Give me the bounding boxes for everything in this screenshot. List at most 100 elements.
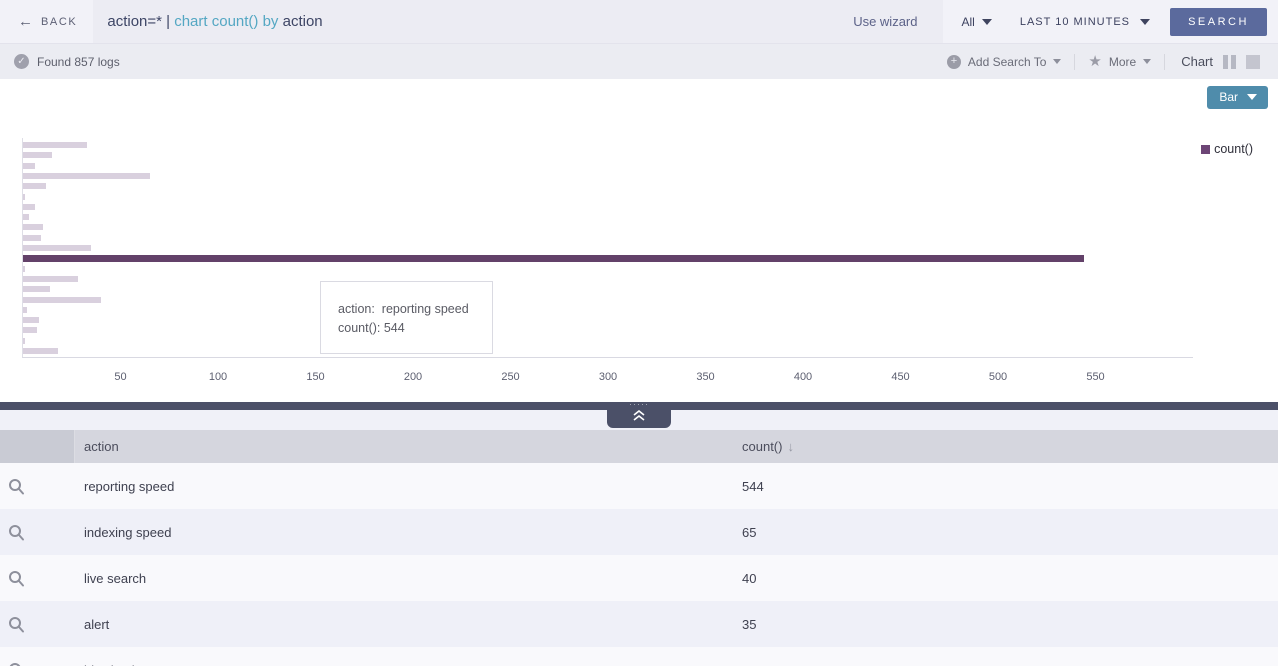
chart-bar[interactable]: [23, 266, 25, 272]
time-range-value: LAST 10 MINUTES: [1020, 16, 1130, 28]
table-row[interactable]: reporting speed 544: [0, 463, 1278, 509]
panel-splitter[interactable]: [0, 402, 1278, 410]
chart-bar[interactable]: [23, 286, 50, 292]
x-axis-tick-label: 400: [794, 371, 812, 383]
table-row[interactable]: alert 35: [0, 601, 1278, 647]
plus-circle-icon: [947, 55, 961, 69]
chart-bar[interactable]: [23, 307, 27, 313]
chart-bar[interactable]: [23, 338, 25, 344]
x-axis-tick-label: 100: [209, 371, 227, 383]
column-chart-view-icon[interactable]: [1223, 55, 1236, 69]
chart-bar[interactable]: [23, 194, 25, 200]
search-icon: [8, 662, 25, 666]
search-query-field[interactable]: action=* | chart count() by action Use w…: [93, 0, 943, 43]
table-row[interactable]: indexing speed 65: [0, 509, 1278, 555]
back-label: BACK: [41, 16, 77, 28]
column-header-count[interactable]: count(): [742, 439, 1278, 454]
query-segment-plain: action=* |: [107, 13, 174, 30]
chart-bar[interactable]: [23, 255, 1084, 262]
table-body: reporting speed 544 indexing speed 65 li…: [0, 463, 1278, 666]
chevron-down-icon: [982, 19, 992, 25]
chart-type-dropdown[interactable]: Bar: [1207, 86, 1268, 109]
chart-bar[interactable]: [23, 173, 150, 179]
tooltip-count-label: count():: [338, 321, 384, 335]
action-cell: idx check: [75, 663, 742, 666]
chart-bar[interactable]: [23, 183, 46, 189]
chart-panel: Bar count() 5010015020025030035040045050…: [0, 79, 1278, 402]
x-axis-tick-label: 550: [1086, 371, 1104, 383]
star-icon: [1088, 54, 1101, 69]
chart-bar[interactable]: [23, 317, 39, 323]
chart-bar[interactable]: [23, 235, 41, 241]
use-wizard-link[interactable]: Use wizard: [841, 14, 929, 29]
collapse-chart-handle[interactable]: [607, 402, 671, 428]
x-axis-tick-label: 50: [114, 371, 126, 383]
back-arrow-icon: [18, 14, 33, 29]
chart-bar[interactable]: [23, 224, 43, 230]
column-header-action[interactable]: action: [75, 439, 742, 454]
toolbar-actions: Add Search To More Chart: [934, 54, 1264, 70]
count-header-label: count(): [742, 439, 782, 454]
chart-type-value: Bar: [1219, 90, 1238, 104]
x-axis-tick-label: 200: [404, 371, 422, 383]
chevron-down-icon: [1247, 94, 1257, 100]
action-cell: live search: [75, 571, 742, 586]
count-cell: 40: [742, 571, 1278, 586]
add-search-to-dropdown[interactable]: Add Search To: [934, 55, 1075, 69]
x-axis-tick-label: 450: [891, 371, 909, 383]
chart-bar[interactable]: [23, 276, 78, 282]
chart-bar[interactable]: [23, 297, 101, 303]
row-search-cell[interactable]: [0, 524, 75, 541]
count-cell: 35: [742, 617, 1278, 632]
more-label: More: [1109, 55, 1136, 69]
chart-view-controls: Chart: [1165, 54, 1264, 69]
chart-bar[interactable]: [23, 163, 35, 169]
tooltip-action-label: action:: [338, 302, 382, 316]
query-segment-function: chart count() by: [174, 13, 278, 30]
row-search-cell[interactable]: [0, 662, 75, 666]
search-button[interactable]: SEARCH: [1170, 8, 1267, 36]
legend-swatch: [1201, 145, 1210, 154]
chart-bar[interactable]: [23, 152, 52, 158]
count-cell: 65: [742, 525, 1278, 540]
table-row[interactable]: idx check 33: [0, 647, 1278, 666]
query-segment-field: action: [278, 13, 322, 30]
chart-legend: count(): [1201, 142, 1253, 156]
more-dropdown[interactable]: More: [1075, 54, 1164, 69]
chevron-down-icon: [1143, 59, 1151, 64]
double-chevron-up-icon: [632, 410, 646, 421]
drag-handle-dots-icon: [629, 402, 649, 408]
back-button[interactable]: BACK: [0, 0, 93, 43]
x-axis-tick-label: 500: [989, 371, 1007, 383]
grid-view-icon[interactable]: [1246, 55, 1260, 69]
row-search-cell[interactable]: [0, 478, 75, 495]
add-search-to-label: Add Search To: [968, 55, 1047, 69]
x-axis-tick-label: 350: [696, 371, 714, 383]
chart-bar[interactable]: [23, 214, 29, 220]
tooltip-count-value: 544: [384, 321, 405, 335]
plot-area: 50100150200250300350400450500550: [22, 138, 1193, 358]
check-circle-icon: [14, 54, 29, 69]
table-header-spacer: [0, 430, 75, 463]
time-range-dropdown[interactable]: LAST 10 MINUTES: [1006, 0, 1164, 43]
chart-bar[interactable]: [23, 245, 91, 251]
x-axis-tick-label: 300: [599, 371, 617, 383]
search-icon: [8, 478, 25, 495]
chart-bar[interactable]: [23, 327, 37, 333]
action-cell: alert: [75, 617, 742, 632]
search-icon: [8, 616, 25, 633]
action-cell: reporting speed: [75, 479, 742, 494]
chart-bar[interactable]: [23, 142, 87, 148]
row-search-cell[interactable]: [0, 616, 75, 633]
scope-dropdown[interactable]: All: [943, 0, 1005, 43]
table-row[interactable]: live search 40: [0, 555, 1278, 601]
search-icon: [8, 570, 25, 587]
results-status: Found 857 logs: [14, 54, 120, 69]
chart-bar[interactable]: [23, 348, 58, 354]
row-search-cell[interactable]: [0, 570, 75, 587]
chart-view-label: Chart: [1181, 54, 1213, 69]
legend-label: count(): [1214, 142, 1253, 156]
count-cell: 544: [742, 479, 1278, 494]
action-cell: indexing speed: [75, 525, 742, 540]
chart-bar[interactable]: [23, 204, 35, 210]
